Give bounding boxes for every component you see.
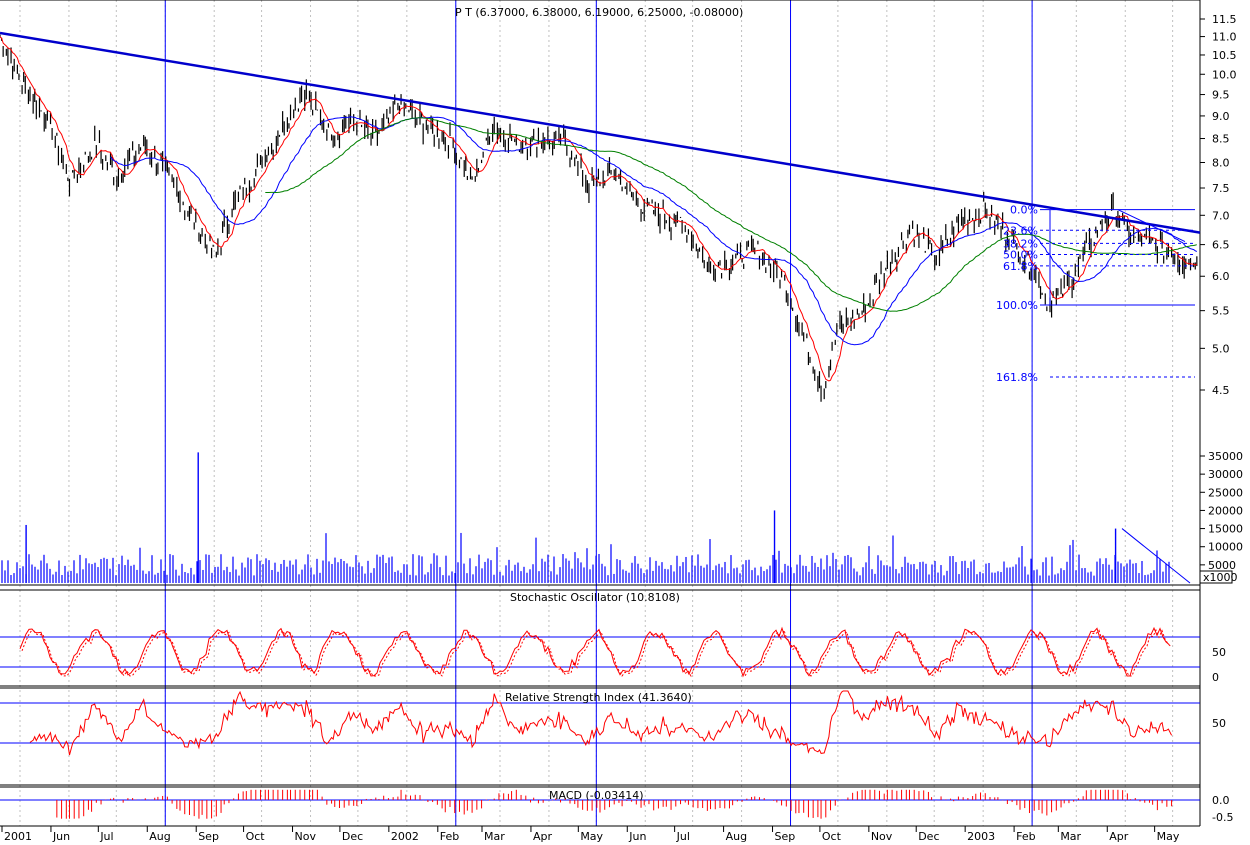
price-tick-label: 8.5 xyxy=(1212,133,1230,146)
macd-title: MACD (-0.03414) xyxy=(549,789,644,802)
month-label: Jul xyxy=(676,830,690,843)
fib-level-label: 23.6% xyxy=(1003,224,1038,237)
fib-level-label: 100.0% xyxy=(996,299,1038,312)
fib-level-label: 161.8% xyxy=(996,371,1038,384)
month-label: Sep xyxy=(198,830,219,843)
price-tick-label: 4.5 xyxy=(1212,384,1230,397)
month-label: Aug xyxy=(149,830,170,843)
volume-tick-label: 5000 xyxy=(1208,559,1236,572)
month-label: Apr xyxy=(533,830,553,843)
month-label: Feb xyxy=(440,830,459,843)
volume-unit-label: x1000 xyxy=(1203,571,1238,584)
month-label: 2002 xyxy=(391,830,419,843)
price-tick-label: 8.0 xyxy=(1212,156,1230,169)
rsi-tick-label: 50 xyxy=(1212,717,1226,730)
price-tick-label: 10.0 xyxy=(1212,68,1237,81)
price-tick-label: 5.0 xyxy=(1212,342,1230,355)
rsi-title: Relative Strength Index (41.3640) xyxy=(505,691,692,704)
month-label: Oct xyxy=(822,830,842,843)
stochastic-tick-label: 50 xyxy=(1212,646,1226,659)
month-label: May xyxy=(580,830,603,843)
month-label: Dec xyxy=(342,830,363,843)
price-tick-label: 9.5 xyxy=(1212,89,1230,102)
volume-tick-label: 20000 xyxy=(1208,504,1243,517)
price-tick-label: 6.5 xyxy=(1212,239,1230,252)
fib-level-label: 61.8% xyxy=(1003,260,1038,273)
price-tick-label: 9.0 xyxy=(1212,110,1230,123)
chart-title: P T (6.37000, 6.38000, 6.19000, 6.25000,… xyxy=(455,6,743,19)
volume-tick-label: 10000 xyxy=(1208,541,1243,554)
month-label: Jun xyxy=(628,830,646,843)
month-label: Mar xyxy=(484,830,505,843)
macd-tick-label: -0.5 xyxy=(1212,811,1233,824)
month-label: Nov xyxy=(871,830,893,843)
month-label: May xyxy=(1157,830,1180,843)
month-label: Jun xyxy=(52,830,70,843)
macd-tick-label: 0.0 xyxy=(1212,794,1230,807)
stochastic-tick-label: 0 xyxy=(1212,671,1219,684)
month-label: Sep xyxy=(775,830,796,843)
month-label: Jul xyxy=(99,830,113,843)
month-label: Aug xyxy=(726,830,747,843)
price-tick-label: 11.0 xyxy=(1212,31,1237,44)
month-label: Dec xyxy=(918,830,939,843)
month-label: 2001 xyxy=(4,830,32,843)
price-tick-label: 11.5 xyxy=(1212,13,1237,26)
month-label: Apr xyxy=(1109,830,1129,843)
month-label: 2003 xyxy=(967,830,995,843)
fib-level-label: 0.0% xyxy=(1010,204,1038,217)
volume-tick-label: 25000 xyxy=(1208,486,1243,499)
price-tick-label: 7.5 xyxy=(1212,182,1230,195)
volume-tick-label: 15000 xyxy=(1208,523,1243,536)
month-label: Mar xyxy=(1060,830,1081,843)
price-tick-label: 5.5 xyxy=(1212,305,1230,318)
volume-tick-label: 35000 xyxy=(1208,450,1243,463)
volume-tick-label: 30000 xyxy=(1208,468,1243,481)
price-tick-label: 7.0 xyxy=(1212,209,1230,222)
month-label: Oct xyxy=(246,830,266,843)
price-tick-label: 6.0 xyxy=(1212,270,1230,283)
stock-chart: 0.0%23.6%38.2%50.0%61.8%100.0%161.8% 11.… xyxy=(0,0,1250,845)
stochastic-title: Stochastic Oscillator (10.8108) xyxy=(510,591,680,604)
price-tick-label: 10.5 xyxy=(1212,49,1237,62)
month-label: Feb xyxy=(1016,830,1035,843)
month-label: Nov xyxy=(295,830,317,843)
